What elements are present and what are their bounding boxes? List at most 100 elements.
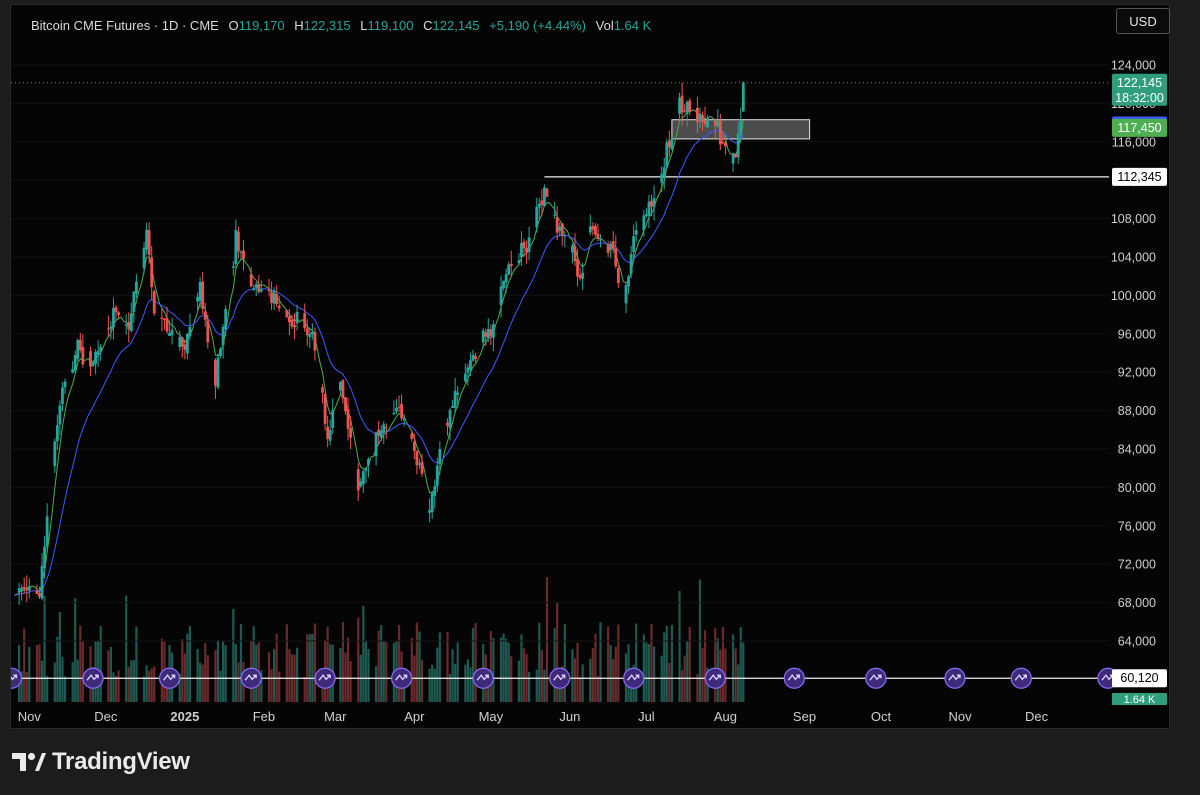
candle-body	[35, 590, 39, 595]
candle-body	[721, 141, 725, 144]
candle-body	[400, 403, 403, 419]
candle-body	[716, 121, 720, 127]
volume-bar	[58, 612, 61, 702]
volume-bar	[107, 650, 110, 702]
candle-body	[323, 393, 327, 424]
candle-body	[660, 173, 664, 183]
candle-body	[415, 451, 419, 466]
volume-bar	[43, 596, 46, 702]
candle-body	[466, 367, 470, 373]
candle-body	[739, 119, 743, 135]
volume-bar	[125, 595, 128, 702]
high-value: 122,315	[303, 18, 351, 33]
candle-body	[170, 329, 174, 335]
volume-bar	[538, 622, 541, 702]
price-label-text: 117,450	[1117, 121, 1161, 135]
candle-body	[145, 229, 148, 250]
candle-body	[596, 233, 600, 239]
volume-label: Vol	[595, 18, 614, 33]
ema-slow-line	[13, 129, 744, 596]
candle-body	[650, 200, 653, 207]
volume-bar	[517, 660, 520, 702]
currency-button[interactable]: USD	[1116, 8, 1170, 34]
x-tick-label: May	[479, 709, 504, 724]
candle-body	[456, 392, 460, 395]
volume-bar	[436, 647, 439, 702]
candle-body	[741, 82, 745, 112]
volume-bar	[415, 622, 418, 702]
candle-body	[180, 337, 184, 347]
volume-bar	[466, 659, 469, 702]
x-tick-label: Mar	[324, 709, 347, 724]
candle-body	[295, 311, 299, 324]
ohlc-legend: Bitcoin CME Futures · 1D · CME O119,170 …	[31, 18, 651, 33]
candle-body	[683, 110, 687, 112]
volume-bar	[528, 671, 531, 702]
volume-bar	[142, 676, 146, 702]
candle-body	[573, 246, 577, 262]
candle-body	[326, 426, 330, 439]
volume-bar	[367, 649, 370, 702]
volume-bar	[380, 625, 383, 702]
candle-body	[38, 593, 41, 597]
volume-bar	[114, 676, 118, 702]
close-label: C	[423, 18, 433, 33]
volume-bar	[545, 576, 549, 702]
y-tick-label: 104,000	[1111, 251, 1156, 265]
volume-bar	[40, 660, 44, 702]
volume-bar	[109, 646, 112, 702]
volume-bar	[288, 649, 291, 702]
candle-body	[591, 226, 595, 230]
symbol-title[interactable]: Bitcoin CME Futures · 1D · CME	[31, 18, 219, 33]
candle-body	[703, 119, 707, 125]
volume-bar	[188, 625, 192, 702]
volume-bar	[303, 676, 306, 702]
volume-bar	[739, 627, 742, 702]
candle-body	[553, 214, 556, 216]
candle-body	[543, 187, 546, 207]
candle-body	[25, 587, 29, 590]
volume-bar	[553, 628, 556, 702]
volume-bar	[385, 642, 388, 702]
volume-bar	[204, 643, 207, 702]
candle-body	[249, 274, 253, 287]
volume-bar	[311, 633, 314, 702]
x-tick-label: Sep	[793, 709, 816, 724]
x-tick-label: Feb	[253, 709, 275, 724]
volume-bar	[357, 618, 360, 702]
x-tick-label: Nov	[18, 709, 42, 724]
volume-bar	[61, 656, 64, 702]
volume-bar	[589, 658, 592, 702]
price-chart[interactable]: 124,000120,000116,000112,000108,000104,0…	[11, 5, 1169, 728]
candle-body	[216, 357, 220, 388]
candle-body	[270, 292, 273, 303]
candle-body	[183, 344, 187, 350]
candle-body	[63, 381, 67, 388]
volume-bar	[362, 605, 365, 702]
volume-bar	[540, 649, 543, 702]
candle-body	[392, 412, 396, 415]
candle-body	[231, 266, 235, 268]
volume-bar	[650, 623, 653, 702]
candle-body	[642, 215, 646, 231]
candle-body	[463, 373, 467, 382]
candle-body	[313, 332, 317, 351]
volume-bar	[520, 634, 523, 702]
candle-body	[160, 317, 164, 319]
candle-body	[303, 313, 307, 329]
volume-bar	[275, 633, 278, 702]
candle-body	[571, 245, 574, 253]
candle-body	[344, 397, 347, 412]
candle-body	[142, 247, 146, 269]
candle-body	[428, 509, 432, 513]
volume-value: 1.64 K	[613, 18, 652, 33]
volume-bar	[344, 652, 347, 702]
volume-bar	[433, 668, 436, 702]
volume-bar	[670, 624, 673, 702]
candle-body	[474, 356, 477, 359]
brand-logo[interactable]: TradingView	[12, 748, 190, 776]
candle-body	[339, 381, 342, 391]
x-tick-label: Nov	[948, 709, 972, 724]
volume-bar	[438, 632, 441, 702]
candle-body	[397, 406, 401, 408]
